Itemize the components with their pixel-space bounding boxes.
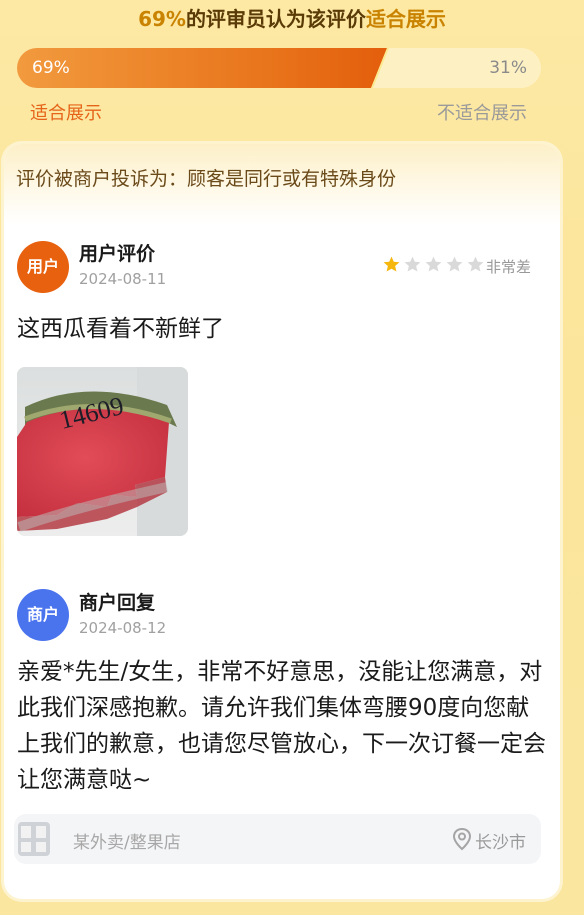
review-date: 2024-08-11 <box>79 270 167 288</box>
review-title: 用户评价 <box>79 243 156 265</box>
complaint-reason: 评价被商户投诉为：顾客是同行或有特殊身份 <box>16 168 397 190</box>
watermelon-image: 14609 <box>17 367 188 536</box>
star-empty-icon <box>424 255 444 275</box>
review-card: 评价被商户投诉为：顾客是同行或有特殊身份 用户 用户评价 2024-08-11 … <box>4 144 560 899</box>
merchant-avatar: 商户 <box>17 589 69 641</box>
verdict-result: 适合展示 <box>365 7 446 31</box>
review-text: 这西瓜看着不新鲜了 <box>17 316 224 342</box>
review-photo[interactable]: 14609 <box>17 367 188 536</box>
rating-text: 非常差 <box>486 258 532 276</box>
store-info-bar[interactable]: 某外卖/整果店 长沙市 <box>14 814 541 864</box>
location-pin-icon <box>452 827 472 851</box>
suitable-label: 适合展示 <box>30 103 102 124</box>
reply-title: 商户回复 <box>79 592 156 614</box>
user-avatar: 用户 <box>17 241 69 293</box>
vote-progress-bar <box>17 48 541 88</box>
store-thumbnail <box>18 822 50 856</box>
unsuitable-label: 不适合展示 <box>437 103 527 124</box>
star-empty-icon <box>403 255 423 275</box>
star-empty-icon <box>466 255 486 275</box>
reply-date: 2024-08-12 <box>79 619 167 637</box>
unsuitable-percent: 31% <box>489 58 527 78</box>
verdict-text: 的评审员认为该评价 <box>185 7 366 31</box>
verdict-header: 69%的评审员认为该评价适合展示 <box>0 2 584 36</box>
store-name: 某外卖/整果店 <box>73 833 181 853</box>
reply-text: 亲爱*先生/女生，非常不好意思，没能让您满意，对此我们深感抱歉。请允许我们集体弯… <box>17 659 546 793</box>
suitable-percent: 69% <box>32 58 70 78</box>
store-city: 长沙市 <box>475 833 526 853</box>
star-empty-icon <box>445 255 465 275</box>
star-filled-icon <box>382 255 402 275</box>
verdict-percent: 69% <box>138 7 186 31</box>
rating-stars <box>382 254 487 276</box>
vote-progress-fill <box>17 48 387 88</box>
